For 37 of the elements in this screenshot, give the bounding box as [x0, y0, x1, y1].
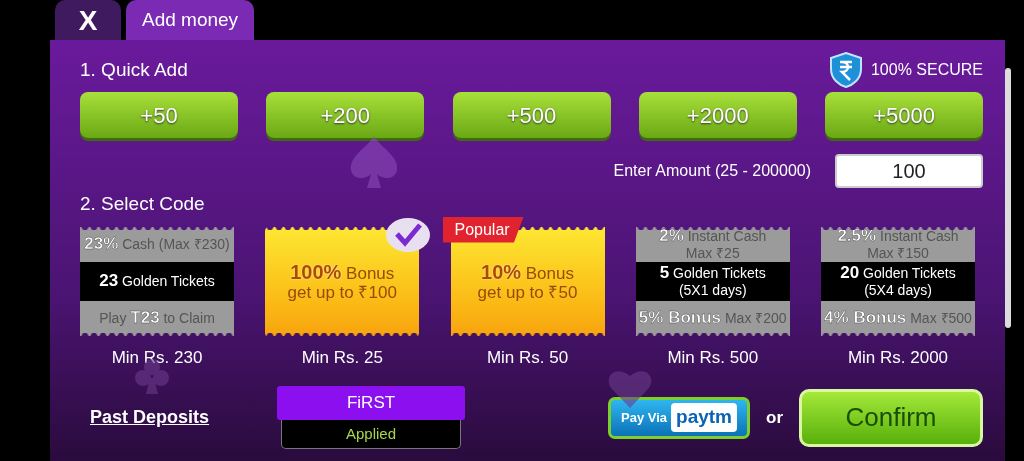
amount-label: Enter Amount (25 - 200000) — [613, 161, 811, 181]
card-text: 100% Bonus — [290, 260, 395, 284]
amount-field[interactable]: 100 — [835, 154, 983, 188]
card-text: Play T23 to Claim — [98, 309, 216, 329]
applied-status: Applied — [281, 419, 462, 449]
card-text: 23 Golden Tickets — [98, 272, 216, 291]
heart-icon — [608, 368, 652, 408]
paytm-button[interactable]: Pay Via paytm — [608, 396, 750, 439]
min-amount-label: Min Rs. 230 — [111, 346, 203, 369]
card-text: get up to ₹100 — [287, 283, 397, 303]
check-icon — [385, 216, 432, 253]
card-text: 5 Golden Tickets — [658, 264, 767, 284]
secure-label: 100% SECURE — [870, 60, 983, 80]
card-text: 10% Bonus — [481, 260, 574, 284]
popular-ribbon: Popular — [442, 216, 524, 243]
min-amount-label: Min Rs. 25 — [301, 346, 383, 369]
or-label: or — [766, 406, 783, 429]
card-text: Max ₹150 — [866, 245, 930, 262]
confirm-button[interactable]: Confirm — [799, 388, 983, 447]
card-text: Max ₹25 — [684, 245, 741, 262]
scrollbar[interactable] — [1005, 68, 1011, 328]
min-amount-label: Min Rs. 2000 — [847, 346, 949, 369]
section-title: 2. Select Code — [80, 192, 206, 216]
paytm-logo: paytm — [671, 403, 737, 432]
card-text: get up to ₹50 — [477, 283, 578, 303]
past-deposits-link[interactable]: Past Deposits — [90, 404, 210, 431]
promo-code: FiRST — [277, 386, 466, 420]
section-title: 1. Quick Add — [80, 57, 188, 82]
card-text: (5X4 days) — [863, 283, 933, 299]
tab[interactable]: Add money — [126, 0, 255, 40]
card-text: 20 Golden Tickets — [839, 264, 957, 284]
min-amount-label: Min Rs. 500 — [667, 346, 759, 369]
card-text: (5X1 days) — [677, 283, 748, 299]
bonus-code-card[interactable]: 100% Bonus get up to ₹100 — [265, 226, 420, 337]
shield-icon — [828, 52, 863, 88]
min-amount-label: Min Rs. 50 — [486, 346, 569, 369]
close-tab[interactable]: X — [55, 0, 121, 40]
